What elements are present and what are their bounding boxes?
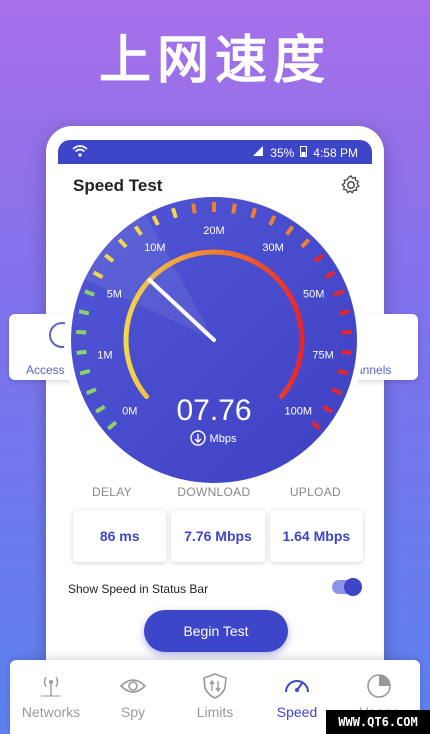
gauge-tick: [341, 329, 352, 335]
clock: 4:58 PM: [313, 145, 358, 160]
antenna-icon: [41, 676, 61, 697]
nav-spy[interactable]: Spy: [92, 660, 174, 734]
speedometer-icon: [285, 680, 309, 693]
gauge-tick: [341, 349, 352, 355]
headline: 上网速度: [98, 31, 331, 91]
gauge-svg: 0M 1M 5M 10M 20M 30M 50M 75M 100M 07.76 Mbps: [64, 190, 364, 490]
stats-values: 86 ms 7.76 Mbps 1.64 Mbps: [73, 510, 363, 562]
begin-test-button[interactable]: Begin Test: [144, 610, 288, 652]
gauge-tick: [337, 369, 349, 376]
gauge-scale-label: 100M: [284, 406, 312, 418]
gauge-scale-label: 75M: [312, 349, 333, 361]
gauge-scale-label: 50M: [303, 289, 324, 301]
gauge-scale-label: 10M: [144, 242, 165, 254]
download-label: DOWNLOAD: [177, 485, 251, 499]
delay-label: DELAY: [92, 485, 132, 499]
speed-unit: Mbps: [210, 433, 237, 445]
delay-value: 86 ms: [73, 510, 167, 562]
gauge-scale-label: 30M: [262, 242, 283, 254]
download-value: 7.76 Mbps: [171, 510, 265, 562]
gauge-scale-label: 1M: [97, 349, 112, 361]
pie-chart-icon: [367, 674, 391, 698]
upload-label: UPLOAD: [289, 485, 341, 499]
gauge-tick: [76, 349, 87, 355]
nav-spy-label: Spy: [120, 704, 146, 720]
speed-gauge: 0M 1M 5M 10M 20M 30M 50M 75M 100M 07.76 Mbps: [62, 188, 366, 492]
nav-speed-label: Speed: [276, 704, 318, 720]
battery-icon: [300, 145, 308, 160]
gauge-tick: [338, 309, 350, 316]
wifi-icon: [72, 144, 88, 161]
gauge-scale-label: 0M: [122, 406, 137, 418]
gauge-tick: [76, 329, 87, 335]
gauge-tick: [231, 203, 237, 214]
gauge-scale-label: 5M: [107, 289, 122, 301]
gauge-tick: [250, 207, 258, 219]
gauge-scale-label: 20M: [203, 225, 224, 237]
stats-labels: DELAY DOWNLOAD UPLOAD: [73, 485, 363, 499]
gauge-tick: [170, 207, 178, 219]
battery-level: 35%: [270, 145, 295, 160]
status-bar-toggle-row: Show Speed in Status Bar: [68, 578, 364, 596]
gauge-tick: [191, 203, 197, 214]
gauge-tick: [78, 309, 90, 316]
signal-icon: [252, 145, 264, 160]
upload-value: 1.64 Mbps: [269, 510, 363, 562]
nav-limits-label: Limits: [196, 704, 234, 720]
nav-limits[interactable]: Limits: [174, 660, 256, 734]
gauge-tick: [79, 369, 91, 376]
nav-networks[interactable]: Networks: [10, 660, 92, 734]
access-label: Access: [26, 363, 65, 377]
watermark: WWW.QT6.COM: [326, 710, 430, 734]
speed-value: 07.76: [176, 394, 251, 427]
nav-networks-label: Networks: [21, 704, 81, 720]
shield-icon: [203, 673, 227, 699]
status-bar: 35% 4:58 PM: [58, 140, 372, 164]
eye-icon: [119, 679, 147, 693]
status-toggle-switch[interactable]: [332, 578, 362, 596]
status-toggle-label: Show Speed in Status Bar: [68, 582, 209, 596]
